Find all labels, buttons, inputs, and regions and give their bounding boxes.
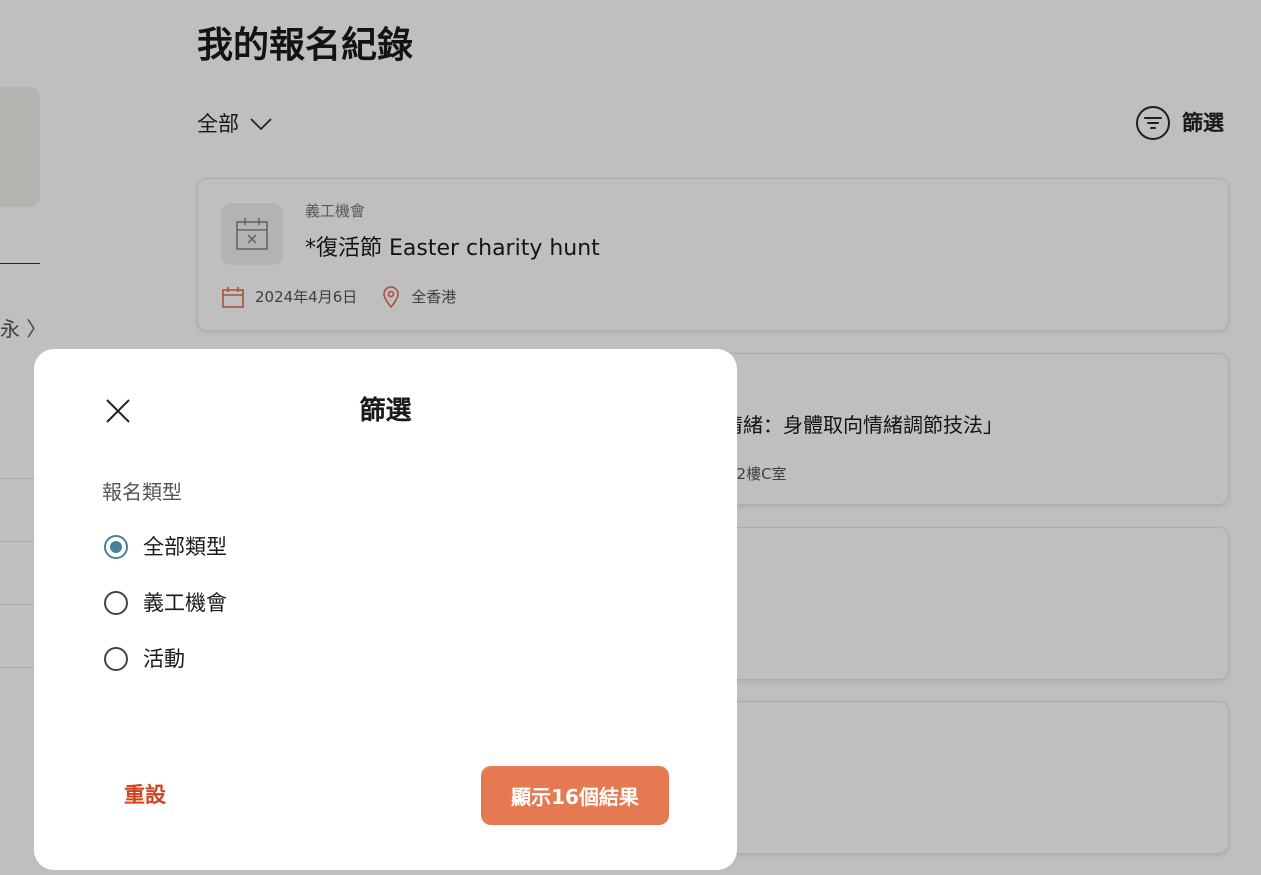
registration-records-page: 永 〉 我的報名紀錄 全部 篩選 義工機會 *復活節 Easter charit… <box>0 0 1261 875</box>
radio-label: 全部類型 <box>143 535 227 559</box>
radio-option-activity[interactable]: 活動 <box>104 644 185 674</box>
radio-unchecked-icon[interactable] <box>104 647 128 671</box>
radio-option-volunteer[interactable]: 義工機會 <box>104 588 227 618</box>
radio-checked-icon[interactable] <box>104 535 128 559</box>
radio-label: 活動 <box>143 647 185 671</box>
registration-type-label: 報名類型 <box>102 480 182 504</box>
modal-title: 篩選 <box>359 396 412 426</box>
reset-button[interactable]: 重設 <box>124 780 166 810</box>
radio-option-all-types[interactable]: 全部類型 <box>104 532 227 562</box>
filter-modal: 篩選 報名類型 全部類型 義工機會 活動 重設 顯示16個結果 <box>34 349 737 870</box>
radio-label: 義工機會 <box>143 591 227 615</box>
radio-unchecked-icon[interactable] <box>104 591 128 615</box>
show-results-button[interactable]: 顯示16個結果 <box>481 766 669 825</box>
